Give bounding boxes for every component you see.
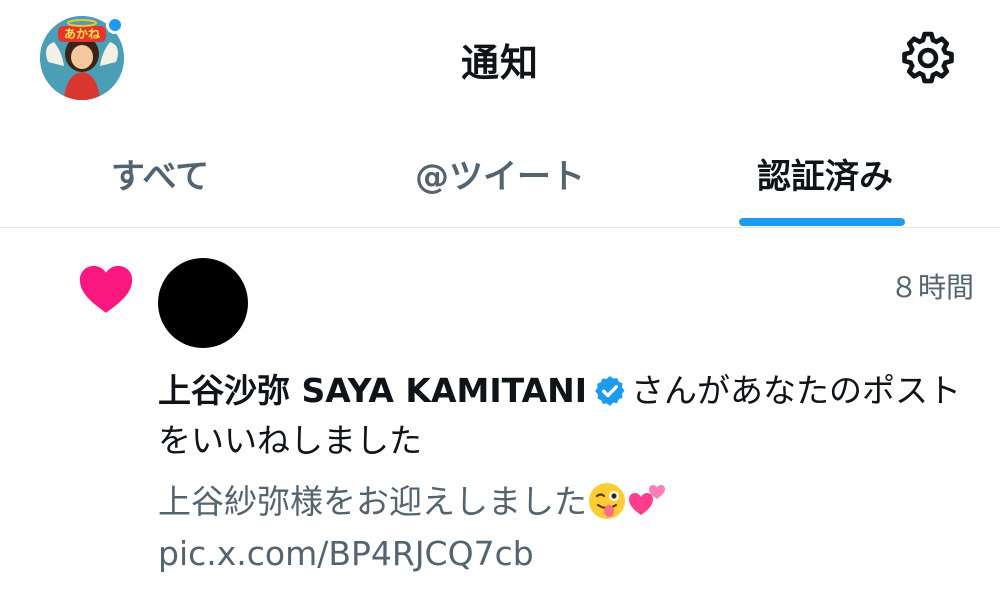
top-bar: あかね 通知 xyxy=(0,0,1000,118)
page-title: 通知 xyxy=(460,41,539,85)
post-preview[interactable]: 上谷紗弥様をお迎えしました pic.x.com/BP4RJCQ7cb xyxy=(158,476,958,580)
winking-tongue-emoji-icon xyxy=(589,483,625,519)
two-hearts-emoji-icon xyxy=(629,485,665,515)
gear-icon xyxy=(902,31,954,84)
notification-message[interactable]: 上谷沙弥 SAYA KAMITANI さんがあなたのポストをいいねしました xyxy=(158,366,988,466)
post-text: 上谷紗弥様をお迎えしました xyxy=(158,482,587,521)
notification-tabs: すべて @ツイート 認証済み xyxy=(0,118,1000,228)
heart-icon xyxy=(79,265,133,313)
active-tab-indicator xyxy=(739,218,905,226)
user-name[interactable]: 上谷沙弥 SAYA KAMITANI xyxy=(158,371,587,410)
post-link[interactable]: pic.x.com/BP4RJCQ7cb xyxy=(158,534,534,573)
tab-verified[interactable]: 認証済み xyxy=(680,118,970,228)
tab-all[interactable]: すべて xyxy=(0,118,320,228)
settings-button[interactable] xyxy=(898,28,958,88)
verified-badge-icon xyxy=(595,376,625,406)
user-avatar[interactable] xyxy=(158,258,248,348)
notification-time: ８時間 xyxy=(889,271,974,304)
tab-mentions[interactable]: @ツイート xyxy=(320,118,680,228)
